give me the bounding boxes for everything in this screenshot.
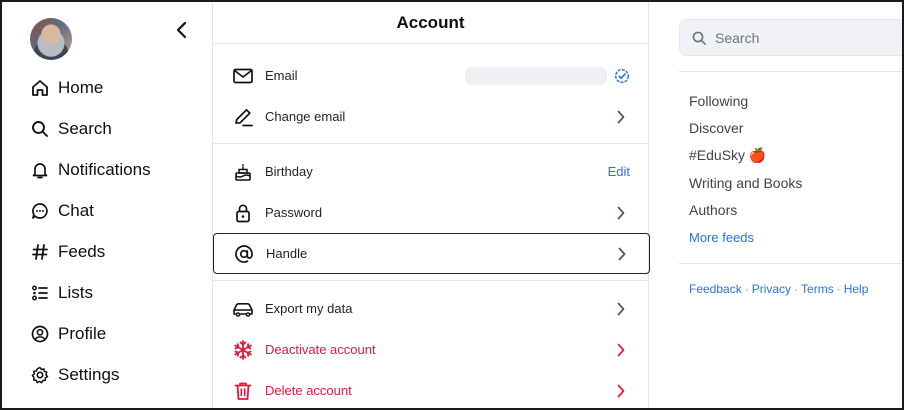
- sidebar-item-search[interactable]: Search: [30, 114, 112, 144]
- feed-link-discover[interactable]: Discover: [689, 120, 743, 136]
- export-data-row[interactable]: Export my data: [213, 288, 648, 329]
- search-input[interactable]: [715, 29, 895, 46]
- sidebar-item-label: Lists: [58, 283, 93, 302]
- terms-link[interactable]: Terms: [801, 282, 834, 296]
- more-feeds-link[interactable]: More feeds: [689, 230, 754, 245]
- privacy-link[interactable]: Privacy: [752, 282, 791, 296]
- chevron-right-icon: [614, 384, 628, 398]
- chevron-right-icon: [614, 302, 628, 316]
- footer-separator: ·: [836, 282, 841, 296]
- bell-icon: [30, 160, 50, 180]
- sidebar-item-label: Home: [58, 78, 104, 97]
- password-row[interactable]: Password: [213, 192, 648, 233]
- lock-icon: [231, 201, 255, 225]
- snowflake-icon: [231, 338, 255, 362]
- car-icon: [231, 297, 255, 321]
- footer-separator: ·: [794, 282, 799, 296]
- export-data-label: Export my data: [265, 301, 353, 316]
- sidebar-item-profile[interactable]: Profile: [30, 319, 106, 349]
- sidebar-item-label: Notifications: [58, 160, 151, 179]
- sidebar-item-label: Search: [58, 119, 112, 138]
- search-icon: [30, 119, 50, 139]
- hash-icon: [30, 242, 50, 262]
- search-box[interactable]: [679, 19, 902, 56]
- handle-label: Handle: [266, 246, 308, 261]
- list-icon: [30, 283, 50, 303]
- email-value-redacted: [465, 67, 607, 85]
- gear-icon: [30, 365, 50, 385]
- chat-icon: [30, 201, 50, 221]
- sidebar-item-label: Chat: [58, 201, 94, 220]
- verified-check-icon: [614, 68, 630, 84]
- feed-link-writing-and-books[interactable]: Writing and Books: [689, 175, 802, 191]
- feedback-link[interactable]: Feedback: [689, 282, 742, 296]
- section-divider: [213, 143, 648, 144]
- feed-link-edusky[interactable]: #EduSky 🍎: [689, 147, 766, 164]
- footer-links: Feedback · Privacy · Terms · Help: [689, 282, 868, 296]
- account-panel: Account Email Change email Birthday Edit: [212, 2, 650, 408]
- deactivate-account-label: Deactivate account: [265, 342, 376, 357]
- sidebar-item-settings[interactable]: Settings: [30, 360, 119, 390]
- help-link[interactable]: Help: [844, 282, 869, 296]
- deactivate-account-row[interactable]: Deactivate account: [213, 329, 648, 370]
- sidebar: Home Search Notifications Chat Feeds Lis…: [2, 2, 212, 408]
- email-label: Email: [265, 68, 298, 83]
- app-window: Home Search Notifications Chat Feeds Lis…: [0, 0, 904, 410]
- sidebar-item-lists[interactable]: Lists: [30, 278, 93, 308]
- sidebar-item-label: Feeds: [58, 242, 106, 261]
- section-divider: [679, 71, 902, 72]
- at-sign-icon: [232, 242, 256, 266]
- edit-birthday-link[interactable]: Edit: [608, 164, 630, 179]
- change-email-row[interactable]: Change email: [213, 96, 648, 137]
- collapse-sidebar-button[interactable]: [170, 18, 194, 42]
- page-title: Account: [213, 2, 648, 44]
- chevron-right-icon: [615, 247, 629, 261]
- password-label: Password: [265, 205, 323, 220]
- footer-separator: ·: [744, 282, 749, 296]
- search-icon: [692, 31, 706, 45]
- chevron-right-icon: [614, 110, 628, 124]
- chevron-left-icon: [176, 21, 187, 39]
- sidebar-item-label: Profile: [58, 324, 107, 343]
- change-email-label: Change email: [265, 109, 346, 124]
- sidebar-item-chat[interactable]: Chat: [30, 196, 94, 226]
- delete-account-row[interactable]: Delete account: [213, 370, 648, 408]
- feed-link-authors[interactable]: Authors: [689, 202, 737, 218]
- birthday-label: Birthday: [265, 164, 313, 179]
- avatar[interactable]: [30, 18, 72, 60]
- cake-icon: [231, 160, 255, 184]
- chevron-right-icon: [614, 206, 628, 220]
- home-icon: [30, 78, 50, 98]
- pencil-icon: [231, 105, 255, 129]
- sidebar-item-label: Settings: [58, 365, 120, 384]
- sidebar-item-home[interactable]: Home: [30, 73, 103, 103]
- sidebar-item-feeds[interactable]: Feeds: [30, 237, 105, 267]
- section-divider: [679, 263, 902, 264]
- right-panel: Following Discover #EduSky 🍎 Writing and…: [650, 2, 902, 408]
- handle-row[interactable]: Handle: [213, 233, 650, 274]
- feed-link-following[interactable]: Following: [689, 93, 748, 109]
- section-divider: [213, 280, 648, 281]
- profile-icon: [30, 324, 50, 344]
- sidebar-item-notifications[interactable]: Notifications: [30, 155, 151, 185]
- birthday-row: Birthday Edit: [213, 151, 648, 192]
- trash-icon: [231, 379, 255, 403]
- delete-account-label: Delete account: [265, 383, 352, 398]
- chevron-right-icon: [614, 343, 628, 357]
- mail-icon: [231, 64, 255, 88]
